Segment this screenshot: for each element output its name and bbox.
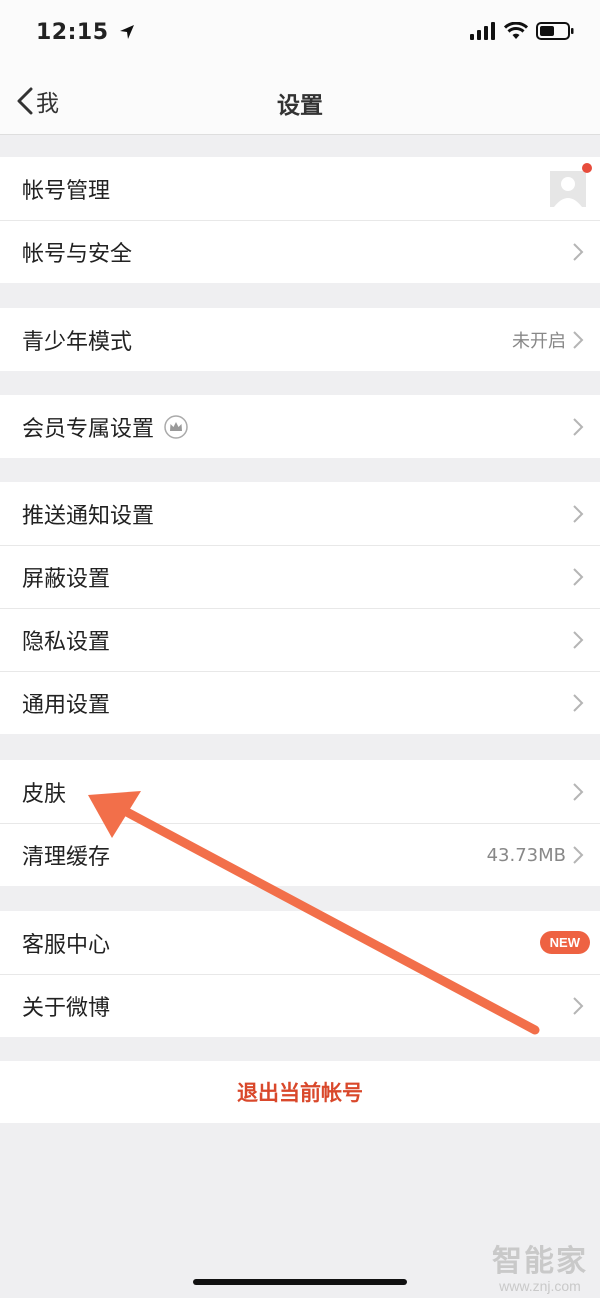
logout-button[interactable]: 退出当前帐号 — [0, 1061, 600, 1123]
account-group: 帐号管理 帐号与安全 — [0, 157, 600, 283]
youth-mode-status: 未开启 — [512, 330, 566, 352]
settings-row-youth-mode[interactable]: 青少年模式 未开启 — [0, 308, 600, 371]
settings-row-account-security[interactable]: 帐号与安全 — [0, 220, 600, 283]
settings-row-clear-cache[interactable]: 清理缓存 43.73MB — [0, 823, 600, 886]
chevron-right-icon — [572, 996, 584, 1016]
settings-row-skin[interactable]: 皮肤 — [0, 760, 600, 823]
row-label: 隐私设置 — [22, 630, 111, 655]
home-indicator[interactable] — [193, 1279, 407, 1285]
notification-dot — [582, 162, 592, 173]
chevron-right-icon — [572, 782, 584, 802]
member-group: 会员专属设置 — [0, 395, 600, 458]
new-badge: NEW — [539, 931, 590, 954]
settings-row-account-management[interactable]: 帐号管理 — [0, 157, 600, 220]
row-label: 会员专属设置 — [22, 416, 155, 442]
row-label: 清理缓存 — [22, 845, 111, 870]
row-label: 通用设置 — [22, 693, 111, 718]
chevron-right-icon — [572, 504, 584, 524]
wifi-icon — [504, 22, 528, 39]
row-label: 客服中心 — [22, 932, 111, 958]
location-arrow-icon — [119, 25, 134, 39]
youth-group: 青少年模式 未开启 — [0, 308, 600, 371]
row-label: 帐号管理 — [22, 178, 111, 204]
settings-row-customer-service[interactable]: 客服中心 NEW — [0, 911, 600, 974]
chevron-right-icon — [572, 242, 584, 262]
watermark-url: www.znj.com — [499, 1278, 581, 1294]
chevron-right-icon — [572, 417, 584, 437]
chevron-right-icon — [572, 567, 584, 587]
chevron-right-icon — [572, 630, 584, 650]
page-title: 设置 — [277, 93, 323, 119]
nav-bar: 我 设置 — [0, 66, 600, 135]
default-avatar-icon — [550, 170, 586, 207]
status-icons — [470, 22, 574, 40]
settings-row-privacy[interactable]: 隐私设置 — [0, 608, 600, 671]
battery-icon — [536, 22, 574, 40]
settings-row-member[interactable]: 会员专属设置 — [0, 395, 600, 458]
settings-group: 推送通知设置 屏蔽设置 隐私设置 通用设置 — [0, 482, 600, 734]
settings-row-about[interactable]: 关于微博 — [0, 974, 600, 1037]
watermark-logo: 智能家 — [492, 1244, 588, 1279]
settings-row-general[interactable]: 通用设置 — [0, 671, 600, 734]
settings-row-block[interactable]: 屏蔽设置 — [0, 545, 600, 608]
signal-icon — [470, 22, 495, 40]
chevron-right-icon — [572, 330, 584, 350]
status-bar: 12:15 — [0, 0, 600, 66]
crown-icon — [164, 414, 188, 439]
row-label: 青少年模式 — [22, 329, 133, 355]
appearance-group: 皮肤 清理缓存 43.73MB — [0, 760, 600, 886]
row-label: 屏蔽设置 — [22, 567, 111, 592]
avatar — [550, 162, 592, 207]
row-label: 帐号与安全 — [22, 242, 133, 267]
row-label: 关于微博 — [22, 996, 111, 1021]
row-label: 推送通知设置 — [22, 503, 155, 529]
chevron-right-icon — [572, 845, 584, 865]
cache-size: 43.73MB — [486, 844, 566, 866]
status-time: 12:15 — [36, 20, 135, 45]
chevron-right-icon — [572, 693, 584, 713]
row-label: 皮肤 — [22, 781, 67, 807]
settings-row-push-notifications[interactable]: 推送通知设置 — [0, 482, 600, 545]
watermark: 智能家 www.znj.com — [492, 1236, 588, 1294]
support-group: 客服中心 NEW 关于微博 — [0, 911, 600, 1037]
